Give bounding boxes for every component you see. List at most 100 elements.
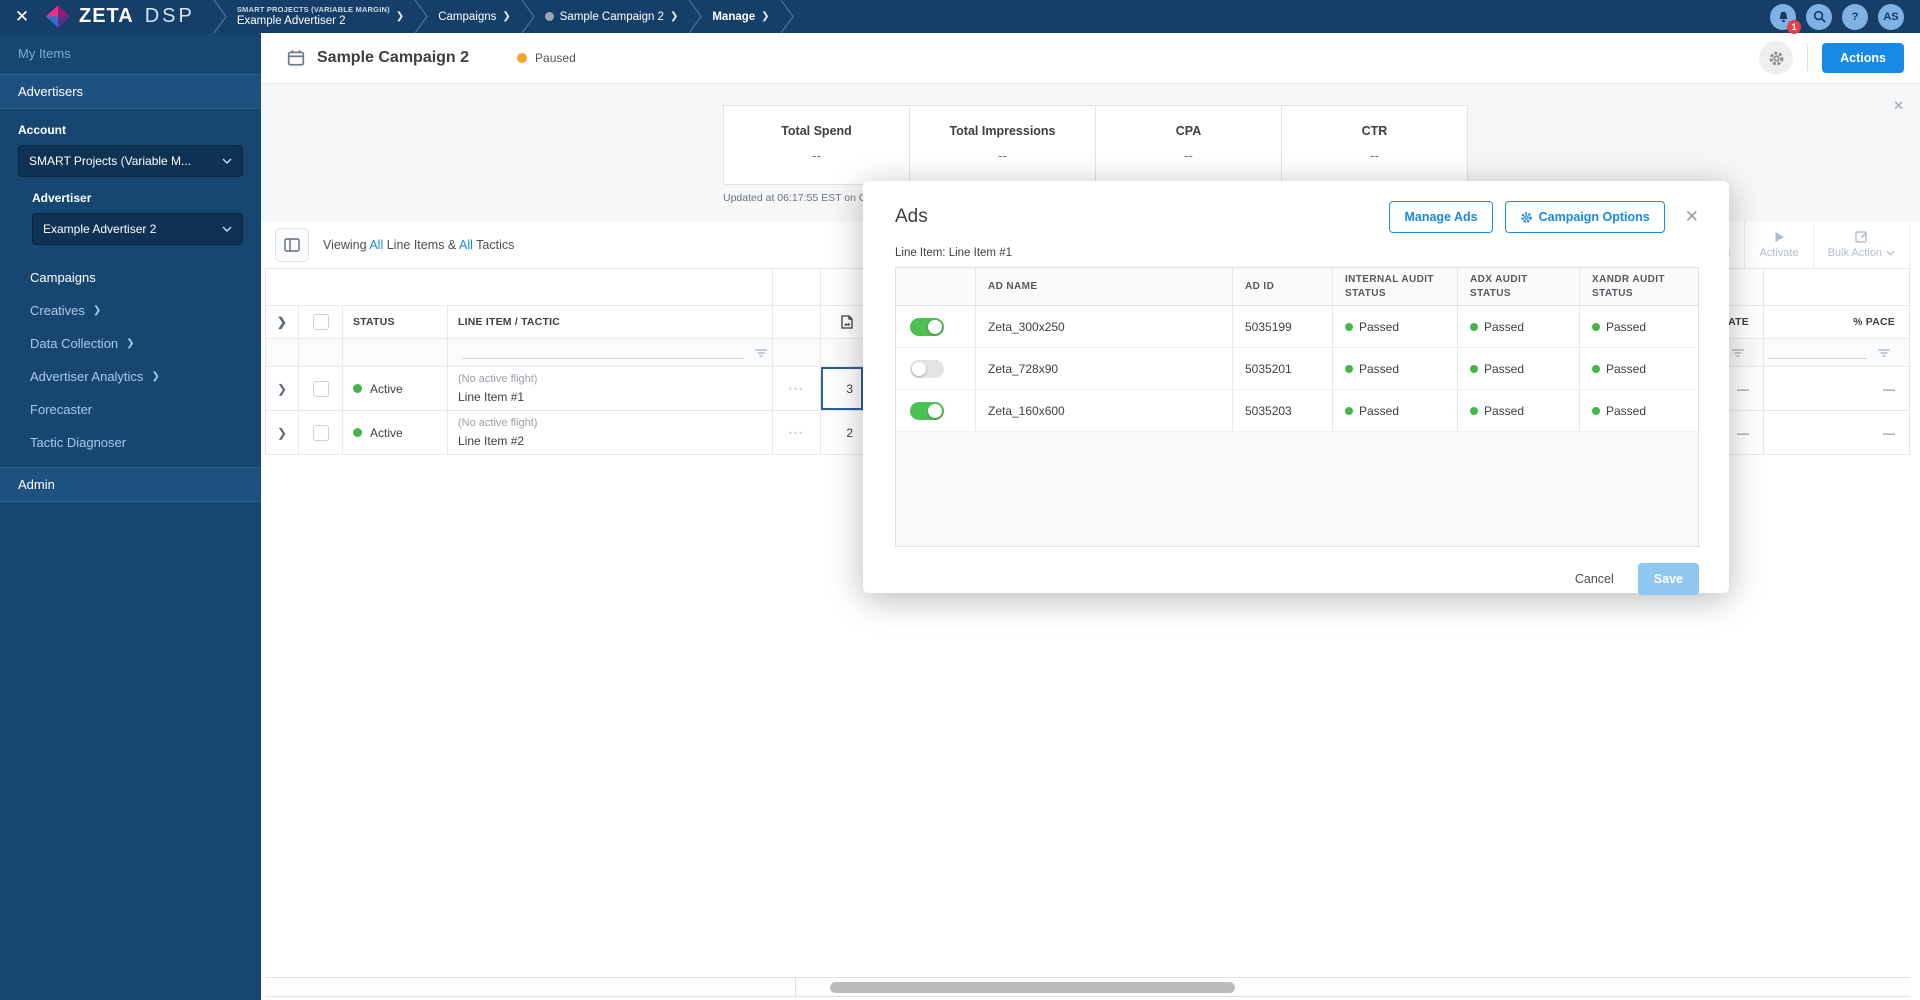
breadcrumb: SMART PROJECTS (VARIABLE MARGIN) Example… xyxy=(213,0,794,33)
row-menu-icon[interactable]: ••• xyxy=(789,428,804,438)
xandr-audit-status: Passed xyxy=(1606,361,1647,376)
search-button[interactable] xyxy=(1806,3,1832,30)
ad-enabled-toggle[interactable] xyxy=(910,401,944,420)
chevron-right-icon: ❯ xyxy=(92,305,102,316)
column-header-line-item[interactable]: LINE ITEM / TACTIC xyxy=(448,306,773,338)
row-flight-note: (No active flight) xyxy=(458,373,538,386)
ads-count-cell[interactable]: 3 xyxy=(821,367,864,410)
xandr-audit-status: Passed xyxy=(1606,403,1647,418)
ad-enabled-toggle[interactable] xyxy=(910,317,944,336)
win-rate-value: — xyxy=(1737,425,1749,440)
adx-audit-status: Passed xyxy=(1484,403,1525,418)
calendar-icon xyxy=(287,50,305,66)
line-item-filter-input[interactable] xyxy=(462,358,744,359)
frozen-pane-divider xyxy=(795,978,796,996)
stat-ctr: CTR -- xyxy=(1282,106,1467,184)
play-icon xyxy=(1775,232,1784,242)
sidebar-item-advertisers[interactable]: Advertisers xyxy=(0,74,261,109)
row-menu-icon[interactable]: ••• xyxy=(789,384,804,394)
cancel-button[interactable]: Cancel xyxy=(1565,564,1624,594)
sidebar-item-tactic-diagnoser[interactable]: Tactic Diagnoser xyxy=(0,426,261,459)
close-icon[interactable]: ✕ xyxy=(0,7,44,27)
sidebar-item-my-items[interactable]: My Items xyxy=(0,33,261,74)
chevron-down-icon xyxy=(222,158,232,164)
column-header-ad-id: AD ID xyxy=(1233,268,1333,305)
modal-close-icon[interactable]: ✕ xyxy=(1685,207,1699,227)
internal-audit-status: Passed xyxy=(1359,403,1400,418)
ads-table-empty-area xyxy=(896,432,1698,546)
campaign-options-button[interactable]: Campaign Options xyxy=(1504,201,1665,233)
ads-count-cell[interactable]: 2 xyxy=(821,411,864,454)
gear-icon xyxy=(1520,211,1532,223)
row-checkbox[interactable] xyxy=(312,424,329,441)
all-line-items-link[interactable]: All xyxy=(369,238,383,252)
account-select[interactable]: SMART Projects (Variable M... xyxy=(18,145,243,177)
sidebar-item-admin[interactable]: Admin xyxy=(0,467,261,502)
stats-close-icon[interactable]: ✕ xyxy=(1893,98,1904,114)
viewing-suffix: Tactics xyxy=(472,238,515,252)
campaign-settings-button[interactable] xyxy=(1759,41,1794,75)
sidebar-item-forecaster[interactable]: Forecaster xyxy=(0,393,261,426)
passed-status-dot xyxy=(1345,364,1353,373)
sidebar-item-creatives[interactable]: Creatives ❯ xyxy=(0,294,261,327)
notifications-button[interactable]: 1 xyxy=(1770,3,1801,34)
row-line-item-name[interactable]: Line Item #1 xyxy=(458,388,537,406)
sidebar-item-label: Data Collection xyxy=(30,336,119,351)
passed-status-dot xyxy=(1470,406,1478,415)
notification-badge: 1 xyxy=(1787,19,1801,34)
expand-row-icon[interactable]: ❯ xyxy=(277,426,287,440)
filter-icon[interactable] xyxy=(1731,348,1745,358)
row-checkbox[interactable] xyxy=(312,380,329,397)
breadcrumb-manage[interactable]: Manage ❯ xyxy=(702,11,779,23)
breadcrumb-campaigns[interactable]: Campaigns ❯ xyxy=(428,11,521,23)
ad-enabled-toggle[interactable] xyxy=(910,359,944,378)
advertiser-select[interactable]: Example Advertiser 2 xyxy=(32,213,243,245)
user-avatar[interactable]: AS xyxy=(1878,3,1904,30)
internal-audit-status: Passed xyxy=(1359,361,1400,376)
search-icon xyxy=(1813,10,1826,23)
manage-ads-button[interactable]: Manage Ads xyxy=(1389,201,1493,233)
stat-total-spend: Total Spend -- xyxy=(724,106,910,184)
save-button[interactable]: Save xyxy=(1637,563,1699,595)
ad-name: Zeta_160x600 xyxy=(976,390,1233,431)
column-header-status[interactable]: STATUS xyxy=(343,306,448,338)
gear-icon xyxy=(1769,51,1784,65)
activate-button[interactable]: Activate xyxy=(1744,222,1812,268)
column-header-pace[interactable]: % PACE xyxy=(1764,306,1909,338)
column-header-internal-audit: INTERNAL AUDIT STATUS xyxy=(1333,268,1458,305)
actions-button[interactable]: Actions xyxy=(1822,43,1904,73)
ads-table: AD NAME AD ID INTERNAL AUDIT STATUS ADX … xyxy=(895,267,1699,547)
paused-status-dot xyxy=(517,53,528,63)
sidebar-item-data-collection[interactable]: Data Collection ❯ xyxy=(0,327,261,360)
sidebar-item-campaigns[interactable]: Campaigns xyxy=(0,261,261,294)
row-status: Active xyxy=(370,425,403,440)
scrollbar-thumb[interactable] xyxy=(830,982,1235,993)
bell-icon xyxy=(1779,11,1787,22)
expand-all-icon[interactable]: ❯ xyxy=(277,315,287,329)
ad-id: 5035203 xyxy=(1233,390,1333,431)
filter-icon[interactable] xyxy=(1877,348,1891,358)
zeta-dsp-logo[interactable]: ZETA DSP xyxy=(44,4,195,29)
expand-row-icon[interactable]: ❯ xyxy=(277,382,287,396)
select-all-checkbox[interactable] xyxy=(312,314,329,330)
ad-id: 5035199 xyxy=(1233,306,1333,347)
pace-filter-input[interactable] xyxy=(1768,358,1867,359)
sidebar-item-label: Campaigns xyxy=(30,270,96,285)
column-settings-button[interactable] xyxy=(275,228,309,262)
breadcrumb-separator xyxy=(780,0,794,33)
all-tactics-link[interactable]: All xyxy=(459,238,473,252)
row-line-item-name[interactable]: Line Item #2 xyxy=(458,432,537,450)
ad-id: 5035201 xyxy=(1233,348,1333,389)
passed-status-dot xyxy=(1345,406,1353,415)
breadcrumb-campaign[interactable]: Sample Campaign 2 ❯ xyxy=(535,11,689,23)
chevron-down-icon xyxy=(222,226,232,232)
chevron-right-icon: ❯ xyxy=(669,11,679,22)
ad-row: Zeta_160x600 5035203 Passed Passed Passe… xyxy=(896,390,1698,432)
breadcrumb-advertiser[interactable]: SMART PROJECTS (VARIABLE MARGIN) Example… xyxy=(227,5,414,29)
filter-icon[interactable] xyxy=(754,348,768,358)
sidebar-item-label: Tactic Diagnoser xyxy=(30,435,127,450)
column-header-xandr-audit: XANDR AUDIT STATUS xyxy=(1592,273,1665,299)
help-button[interactable]: ? xyxy=(1842,3,1868,30)
bulk-action-button[interactable]: Bulk Action xyxy=(1812,222,1910,268)
sidebar-item-advertiser-analytics[interactable]: Advertiser Analytics ❯ xyxy=(0,360,261,393)
